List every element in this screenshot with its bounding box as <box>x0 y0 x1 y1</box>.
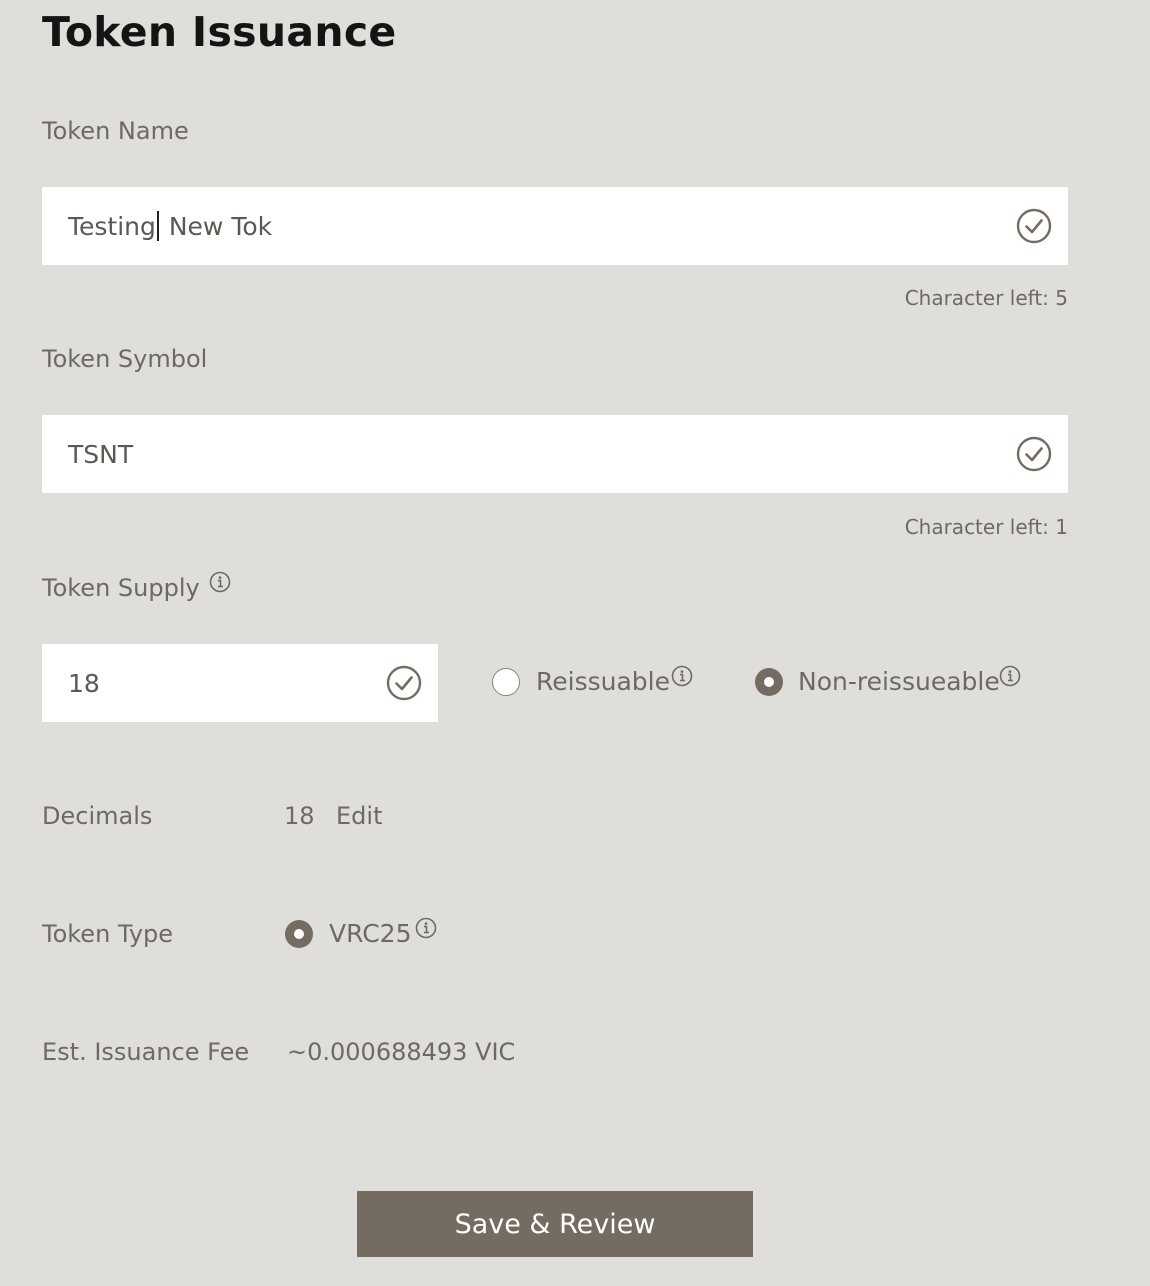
token-name-label: Token Name <box>42 117 189 145</box>
decimals-label: Decimals <box>42 802 153 830</box>
issuance-fee-value: ~0.000688493 VIC <box>287 1038 516 1066</box>
token-symbol-label: Token Symbol <box>42 345 208 373</box>
info-circle-icon[interactable] <box>999 665 1021 687</box>
decimals-value: 18 <box>284 802 315 830</box>
decimals-edit-link[interactable]: Edit <box>336 802 382 830</box>
text-caret <box>156 211 159 241</box>
token-symbol-input[interactable]: TSNT <box>42 415 1068 493</box>
token-name-char-count: Character left: 5 <box>904 286 1068 310</box>
token-name-value: Testing New Tok <box>68 211 273 241</box>
non-reissueable-radio[interactable] <box>755 668 783 696</box>
check-circle-icon <box>1016 208 1052 244</box>
token-symbol-char-count: Character left: 1 <box>904 515 1068 539</box>
vrc25-label[interactable]: VRC25 <box>329 919 412 948</box>
issuance-fee-label: Est. Issuance Fee <box>42 1038 250 1066</box>
check-circle-icon <box>1016 436 1052 472</box>
page-title: Token Issuance <box>42 8 397 56</box>
token-name-input[interactable]: Testing New Tok <box>42 187 1068 265</box>
token-supply-value: 18 <box>68 668 100 698</box>
reissuable-radio[interactable] <box>492 668 520 696</box>
reissuable-label[interactable]: Reissuable <box>536 667 670 696</box>
info-circle-icon[interactable] <box>671 665 693 687</box>
non-reissueable-label[interactable]: Non-reissueable <box>798 667 1000 696</box>
info-circle-icon[interactable] <box>209 571 231 593</box>
token-type-label: Token Type <box>42 920 174 948</box>
save-review-button[interactable]: Save & Review <box>357 1191 753 1257</box>
token-symbol-value: TSNT <box>68 439 134 469</box>
check-circle-icon <box>386 665 422 701</box>
token-supply-label: Token Supply <box>42 574 200 602</box>
info-circle-icon[interactable] <box>415 917 437 939</box>
vrc25-radio[interactable] <box>285 920 313 948</box>
token-supply-input[interactable]: 18 <box>42 644 438 722</box>
